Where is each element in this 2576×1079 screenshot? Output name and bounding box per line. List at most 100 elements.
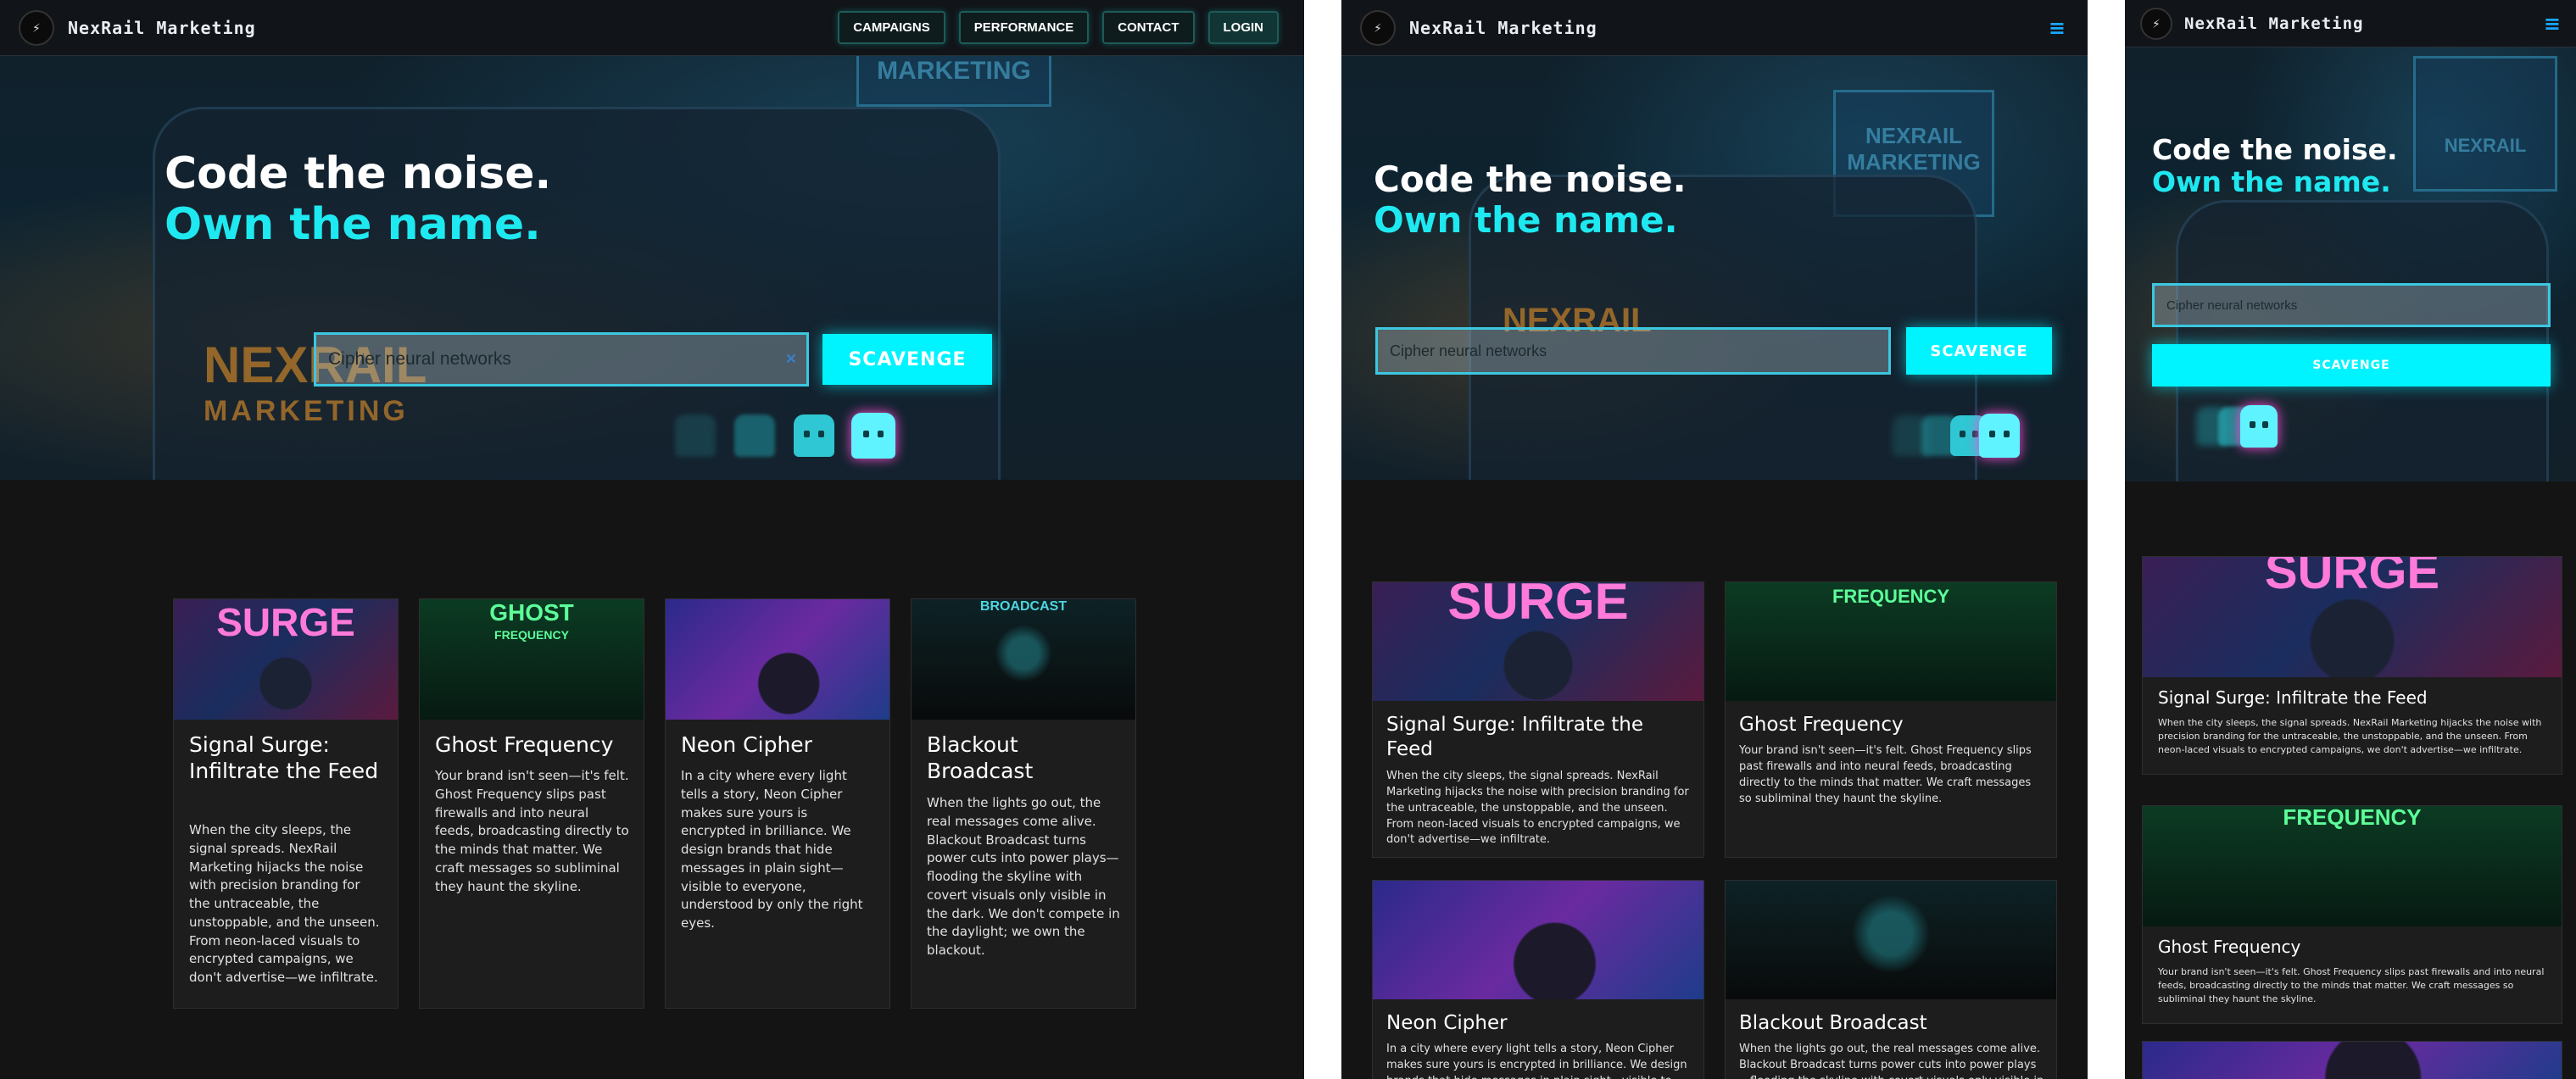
campaign-card[interactable]: SURGE Signal Surge: Infiltrate the Feed … bbox=[1372, 581, 1704, 858]
card-image: SURGE bbox=[1373, 582, 1703, 701]
card-body: When the lights go out, the real message… bbox=[927, 795, 1120, 958]
card-image-subtext: FREQUENCY bbox=[494, 628, 569, 642]
card-image: GHOST FREQUENCY bbox=[420, 599, 644, 720]
card-image bbox=[2143, 1042, 2562, 1079]
card-body: In a city where every light tells a stor… bbox=[1386, 1043, 1687, 1079]
headline-line-1: Code the noise. bbox=[164, 148, 552, 199]
campaign-card[interactable]: Neon Cipher In a city where every light … bbox=[665, 598, 890, 1009]
card-body: When the city sleeps, the signal spreads… bbox=[2158, 717, 2542, 755]
card-image bbox=[1726, 881, 2056, 999]
card-title: Neon Cipher bbox=[681, 732, 812, 757]
card-body: Your brand isn't seen—it's felt. Ghost F… bbox=[435, 768, 629, 894]
campaign-card[interactable]: BROADCAST Blackout Broadcast When the li… bbox=[911, 598, 1136, 1009]
card-image: BROADCAST bbox=[912, 599, 1135, 720]
search-input-value: Cipher neural networks bbox=[1390, 342, 1547, 359]
hero-headline: Code the noise. Own the name. bbox=[1374, 159, 1687, 242]
card-image-text: GHOST bbox=[489, 599, 574, 626]
card-body: When the lights go out, the real message… bbox=[1739, 1043, 2044, 1079]
scavenge-button[interactable]: SCAVENGE bbox=[1906, 327, 2052, 375]
card-image: FREQUENCY bbox=[1726, 582, 2056, 701]
card-image-subtext: FREQUENCY bbox=[1832, 586, 1950, 607]
nav-campaigns-button[interactable]: CAMPAIGNS bbox=[838, 11, 945, 44]
card-body: Your brand isn't seen—it's felt. Ghost F… bbox=[2158, 966, 2545, 1004]
background-sign: MARKETING bbox=[856, 56, 1051, 107]
hamburger-menu-icon[interactable]: ≡ bbox=[2049, 16, 2066, 40]
background-neon-word: MARKETING bbox=[204, 395, 409, 427]
headline-line-1: Code the noise. bbox=[2152, 133, 2398, 166]
card-title: Neon Cipher bbox=[1386, 1012, 1508, 1034]
scavenge-button[interactable]: SCAVENGE bbox=[822, 334, 992, 385]
clear-search-icon[interactable]: × bbox=[786, 349, 796, 370]
background-sign: NEXRAIL bbox=[2413, 56, 2557, 192]
card-title: Signal Surge: Infiltrate the Feed bbox=[189, 732, 379, 784]
campaign-card[interactable]: Blackout Broadcast When the lights go ou… bbox=[1725, 880, 2057, 1079]
hamburger-menu-icon[interactable]: ≡ bbox=[2544, 12, 2561, 36]
search-input[interactable]: Cipher neural networks × bbox=[314, 332, 809, 387]
nav-login-button[interactable]: LOGIN bbox=[1207, 11, 1279, 44]
brand-logo[interactable]: ⚡ bbox=[1360, 9, 1396, 46]
hero-section: NEXRAIL Code the noise. Own the name. Ci… bbox=[2125, 47, 2576, 481]
card-title: Signal Surge: Infiltrate the Feed bbox=[2158, 687, 2428, 708]
card-image-text: SURGE bbox=[1447, 581, 1629, 630]
card-title: Ghost Frequency bbox=[435, 732, 614, 757]
top-navbar: ⚡ NexRail Marketing ≡ bbox=[2125, 0, 2576, 47]
card-image: SURGE bbox=[2143, 557, 2562, 677]
campaign-card[interactable]: Neon Cipher In a city where every light … bbox=[1372, 880, 1704, 1079]
ghost-icon bbox=[734, 414, 775, 457]
ghost-icon bbox=[1979, 414, 2020, 458]
card-body: Your brand isn't seen—it's felt. Ghost F… bbox=[1739, 744, 2032, 805]
search-input[interactable]: Cipher neural networks bbox=[2152, 283, 2551, 327]
hero-section: MARKETING NEXRAIL MARKETING Code the noi… bbox=[0, 56, 1304, 480]
card-title: Blackout Broadcast bbox=[927, 732, 1034, 784]
brand-name[interactable]: NexRail Marketing bbox=[1409, 18, 1597, 38]
scavenge-button[interactable]: SCAVENGE bbox=[2152, 344, 2551, 387]
nav-contact-button[interactable]: CONTACT bbox=[1102, 11, 1195, 44]
hero-headline: Code the noise. Own the name. bbox=[164, 148, 552, 251]
search-input-value: Cipher neural networks bbox=[2166, 298, 2298, 313]
card-image-subtext: FREQUENCY bbox=[2283, 805, 2422, 830]
card-image bbox=[666, 599, 889, 720]
campaign-card[interactable]: GHOST FREQUENCY Ghost Frequency Your bra… bbox=[419, 598, 644, 1009]
headline-line-2: Own the name. bbox=[1374, 199, 1678, 242]
brand-name[interactable]: NexRail Marketing bbox=[68, 18, 256, 38]
card-title: Ghost Frequency bbox=[1739, 714, 1904, 736]
brand-name[interactable]: NexRail Marketing bbox=[2184, 14, 2363, 33]
brand-logo[interactable]: ⚡ bbox=[19, 9, 54, 46]
card-title: Ghost Frequency bbox=[2158, 937, 2301, 957]
card-image: FREQUENCY bbox=[2143, 806, 2562, 926]
campaign-card[interactable] bbox=[2142, 1041, 2562, 1079]
card-image-text: SURGE bbox=[2264, 556, 2440, 599]
card-image-text: BROADCAST bbox=[979, 599, 1068, 614]
desktop-viewport: ⚡ NexRail Marketing CAMPAIGNS PERFORMANC… bbox=[0, 0, 1304, 1079]
ghost-icon bbox=[851, 413, 895, 459]
nav-performance-button[interactable]: PERFORMANCE bbox=[958, 11, 1090, 44]
nav-links: CAMPAIGNS PERFORMANCE CONTACT LOGIN bbox=[838, 11, 1279, 44]
card-body: When the city sleeps, the signal spreads… bbox=[1386, 770, 1689, 847]
ghost-icon bbox=[675, 414, 716, 457]
mobile-viewport: ⚡ NexRail Marketing ≡ NEXRAIL Code the n… bbox=[2125, 0, 2576, 1079]
campaign-card[interactable]: FREQUENCY Ghost Frequency Your brand isn… bbox=[1725, 581, 2057, 858]
campaign-card[interactable]: SURGE Signal Surge: Infiltrate the Feed … bbox=[2142, 556, 2562, 775]
hero-section: NEXRAIL MARKETING NEXRAIL Code the noise… bbox=[1341, 56, 2088, 480]
ghost-icon bbox=[794, 414, 834, 457]
tablet-viewport: ⚡ NexRail Marketing ≡ NEXRAIL MARKETING … bbox=[1341, 0, 2088, 1079]
card-image: SURGE bbox=[174, 599, 398, 720]
ghost-icon bbox=[2240, 405, 2278, 448]
top-navbar: ⚡ NexRail Marketing CAMPAIGNS PERFORMANC… bbox=[0, 0, 1304, 56]
card-image-text: SURGE bbox=[216, 600, 355, 644]
card-image bbox=[1373, 881, 1703, 999]
search-input-value: Cipher neural networks bbox=[328, 349, 511, 369]
card-body: In a city where every light tells a stor… bbox=[681, 768, 863, 931]
brand-logo[interactable]: ⚡ bbox=[2140, 7, 2172, 40]
headline-line-2: Own the name. bbox=[2152, 164, 2391, 198]
search-input[interactable]: Cipher neural networks bbox=[1375, 327, 1891, 375]
card-title: Signal Surge: Infiltrate the Feed bbox=[1386, 714, 1644, 760]
card-body: When the city sleeps, the signal spreads… bbox=[189, 822, 380, 985]
campaign-card[interactable]: SURGE Signal Surge: Infiltrate the Feed … bbox=[173, 598, 399, 1009]
top-navbar: ⚡ NexRail Marketing ≡ bbox=[1341, 0, 2088, 56]
campaign-card[interactable]: FREQUENCY Ghost Frequency Your brand isn… bbox=[2142, 805, 2562, 1024]
headline-line-2: Own the name. bbox=[164, 198, 541, 250]
headline-line-1: Code the noise. bbox=[1374, 159, 1687, 200]
hero-headline: Code the noise. Own the name. bbox=[2152, 134, 2398, 198]
card-title: Blackout Broadcast bbox=[1739, 1012, 1927, 1034]
